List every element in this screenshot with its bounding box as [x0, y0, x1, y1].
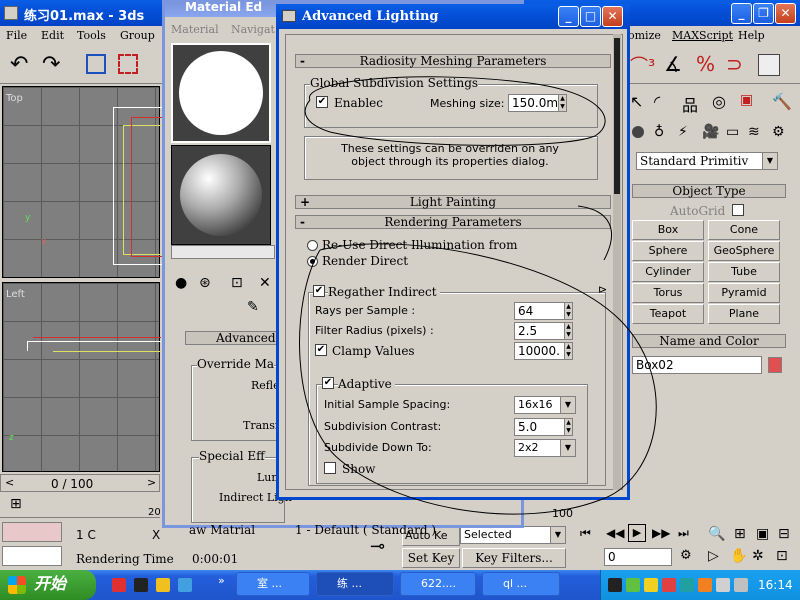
taskbar-item-max[interactable]: 练 ...	[316, 572, 394, 596]
tray-icon-4[interactable]	[662, 578, 676, 592]
tray-icon-7[interactable]	[716, 578, 730, 592]
tray-icon-1[interactable]	[608, 578, 622, 592]
quicklaunch-more-icon[interactable]: »	[218, 574, 225, 587]
clock: 16:14	[758, 578, 793, 592]
tray-icon-6[interactable]	[698, 578, 712, 592]
tray-icon-2[interactable]	[626, 578, 640, 592]
taskbar-item-ql[interactable]: ql ...	[482, 572, 560, 596]
quicklaunch-qq-icon[interactable]	[112, 578, 126, 592]
quicklaunch-ie-icon[interactable]	[178, 578, 192, 592]
annotation-overlay	[299, 76, 657, 515]
annotation-ellipse-bottom	[299, 243, 657, 515]
volume-icon[interactable]	[734, 578, 748, 592]
annotation-ellipse-top	[304, 76, 606, 146]
quicklaunch-flash-icon[interactable]	[156, 578, 170, 592]
tray-icon-3[interactable]	[644, 578, 658, 592]
tray-icon-5[interactable]	[680, 578, 694, 592]
taskbar-item-room[interactable]: 室 ...	[236, 572, 310, 596]
windows-logo-icon	[8, 576, 26, 594]
taskbar-item-622[interactable]: 622....	[400, 572, 476, 596]
start-button[interactable]: 开始	[0, 570, 96, 600]
quicklaunch-qq2-icon[interactable]	[134, 578, 148, 592]
annotation-stroke-right	[577, 205, 612, 261]
